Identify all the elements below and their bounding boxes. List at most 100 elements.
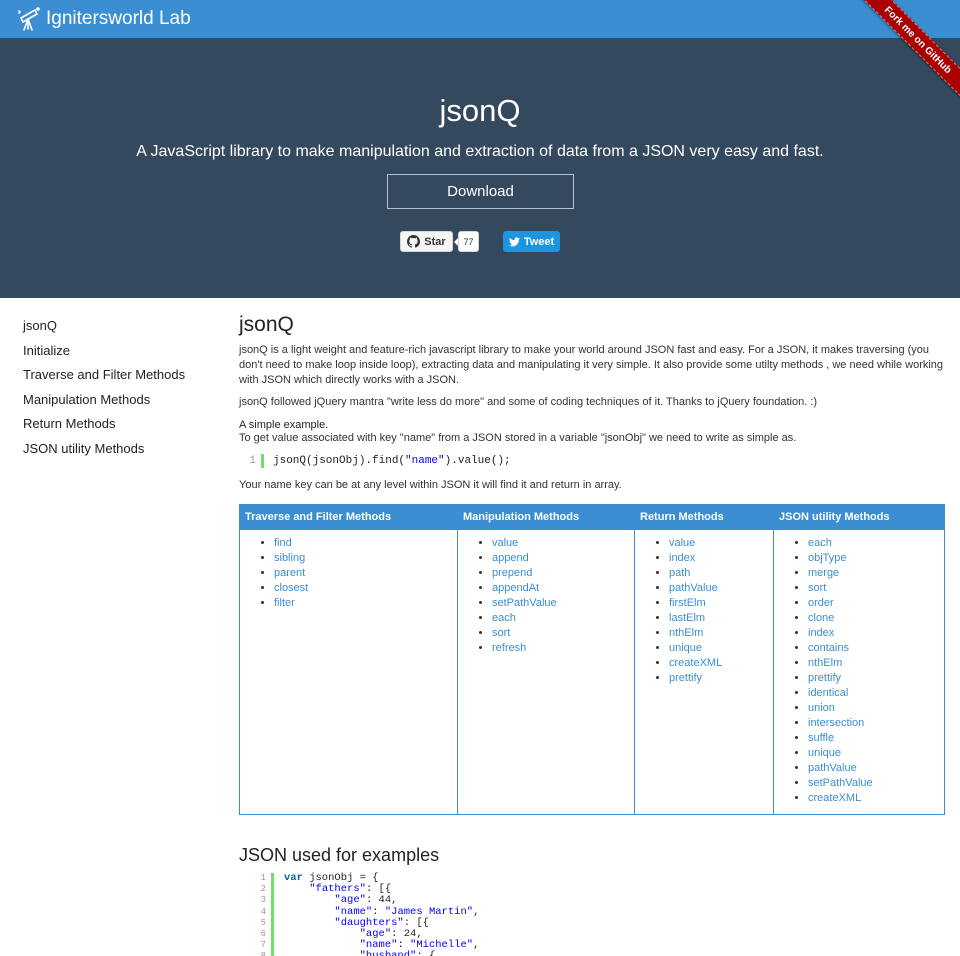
method-link[interactable]: setPathValue [492, 596, 634, 611]
code-gutter-bar [271, 928, 274, 941]
method-link[interactable]: nthElm [808, 656, 944, 671]
code-gutter-bar [271, 895, 274, 907]
line-number: 1 [260, 873, 266, 883]
method-link[interactable]: filter [274, 596, 457, 611]
code-text: "husband": { [284, 951, 436, 956]
line-number: 3 [260, 895, 266, 906]
method-link[interactable]: firstElm [669, 596, 773, 611]
method-link[interactable]: unique [808, 746, 944, 761]
code-gutter-bar [271, 917, 274, 929]
sidebar-item-json-utility[interactable]: JSON utility Methods [23, 440, 213, 465]
method-link[interactable]: value [492, 536, 634, 551]
hero-title: jsonQ [439, 93, 521, 128]
section-title: jsonQ [239, 313, 294, 336]
method-link[interactable]: intersection [808, 716, 944, 731]
github-ribbon-wrap: Fork me on GitHub [850, 0, 960, 110]
code-gutter-bar [261, 454, 264, 468]
method-link[interactable]: path [669, 566, 773, 581]
method-link[interactable]: append [492, 551, 634, 566]
star-count[interactable]: 77 [454, 231, 479, 252]
code-string: "name" [405, 455, 445, 467]
method-link[interactable]: index [669, 551, 773, 566]
download-button[interactable]: Download [387, 174, 574, 209]
hero-subtitle: A JavaScript library to make manipulatio… [136, 143, 824, 160]
example-code: 1 jsonQ(jsonObj).find("name").value(); [239, 454, 945, 468]
method-link[interactable]: merge [808, 566, 944, 581]
methods-table: Traverse and Filter Methods findsiblingp… [239, 504, 945, 815]
star-label: Star [424, 235, 446, 248]
method-link[interactable]: sort [492, 626, 634, 641]
name-key-paragraph: Your name key can be at any level within… [239, 479, 622, 491]
method-link[interactable]: each [808, 536, 944, 551]
line-number: 8 [246, 951, 266, 956]
methods-column: JSON utility Methods eachobjTypemergesor… [774, 505, 944, 814]
sidebar-nav: jsonQ Initialize Traverse and Filter Met… [23, 317, 213, 465]
method-link[interactable]: order [808, 596, 944, 611]
method-link[interactable]: identical [808, 686, 944, 701]
main-content: jsonQ jsonQ is a light weight and featur… [239, 313, 945, 493]
sidebar-item-traverse-filter[interactable]: Traverse and Filter Methods [23, 366, 213, 391]
code-gutter-bar [271, 906, 274, 918]
sidebar-item-manipulation[interactable]: Manipulation Methods [23, 391, 213, 416]
method-link[interactable]: objType [808, 551, 944, 566]
code-gutter-bar [271, 940, 274, 952]
sidebar-item-return[interactable]: Return Methods [23, 415, 213, 440]
sidebar-item-jsonq[interactable]: jsonQ [23, 317, 213, 342]
method-link[interactable]: clone [808, 611, 944, 626]
column-header: Manipulation Methods [458, 505, 634, 530]
intro-paragraph: jsonQ is a light weight and feature-rich… [239, 344, 944, 386]
methods-column: Traverse and Filter Methods findsiblingp… [240, 505, 458, 814]
method-link[interactable]: union [808, 701, 944, 716]
column-header: Return Methods [635, 505, 773, 530]
method-link[interactable]: setPathValue [808, 776, 944, 791]
mantra-paragraph: jsonQ followed jQuery mantra "write less… [239, 396, 818, 408]
method-link[interactable]: prettify [808, 671, 944, 686]
top-navbar: Ignitersworld Lab [0, 0, 960, 38]
method-link[interactable]: sibling [274, 551, 457, 566]
method-link[interactable]: nthElm [669, 626, 773, 641]
method-link[interactable]: parent [274, 566, 457, 581]
method-list: eachobjTypemergesortordercloneindexconta… [774, 536, 944, 806]
column-header: Traverse and Filter Methods [240, 505, 457, 530]
method-link[interactable]: find [274, 536, 457, 551]
line-number: 6 [260, 928, 266, 939]
json-code-block: 1 var jsonObj = {2 "fathers": [{3 "age": … [246, 872, 479, 956]
method-link[interactable]: createXML [669, 656, 773, 671]
method-link[interactable]: closest [274, 581, 457, 596]
method-link[interactable]: pathValue [669, 581, 773, 596]
method-link[interactable]: appendAt [492, 581, 634, 596]
method-link[interactable]: each [492, 611, 634, 626]
github-star-button[interactable]: Star [400, 231, 453, 252]
method-link[interactable]: pathValue [808, 761, 944, 776]
line-number: 5 [260, 917, 266, 928]
method-link[interactable]: lastElm [669, 611, 773, 626]
method-link[interactable]: sort [808, 581, 944, 596]
code-gutter-bar [271, 873, 274, 885]
method-link[interactable]: contains [808, 641, 944, 656]
line-number: 1 [249, 455, 256, 467]
column-header: JSON utility Methods [774, 505, 944, 530]
code-line: 8 "husband": { [246, 951, 479, 956]
line-number: 2 [260, 884, 266, 895]
method-link[interactable]: suffle [808, 731, 944, 746]
method-link[interactable]: unique [669, 641, 773, 656]
fork-on-github-ribbon[interactable]: Fork me on GitHub [854, 0, 960, 104]
method-link[interactable]: index [808, 626, 944, 641]
code-gutter-bar [271, 951, 274, 956]
tweet-button[interactable]: Tweet [503, 231, 560, 252]
code-suffix: ).value(); [444, 455, 511, 467]
method-link[interactable]: createXML [808, 791, 944, 806]
sidebar-item-initialize[interactable]: Initialize [23, 342, 213, 367]
method-link[interactable]: prepend [492, 566, 634, 581]
methods-column: Manipulation Methods valueappendprependa… [458, 505, 635, 814]
code-prefix: jsonQ(jsonObj).find( [273, 455, 406, 467]
methods-column: Return Methods valueindexpathpathValuefi… [635, 505, 774, 814]
json-section-title: JSON used for examples [239, 845, 440, 865]
method-link[interactable]: value [669, 536, 773, 551]
twitter-icon [508, 236, 520, 246]
example-description: To get value associated with key "name" … [239, 432, 797, 444]
brand-link[interactable]: Ignitersworld Lab [16, 6, 191, 32]
tweet-label: Tweet [523, 235, 555, 248]
method-link[interactable]: prettify [669, 671, 773, 686]
method-link[interactable]: refresh [492, 641, 634, 656]
